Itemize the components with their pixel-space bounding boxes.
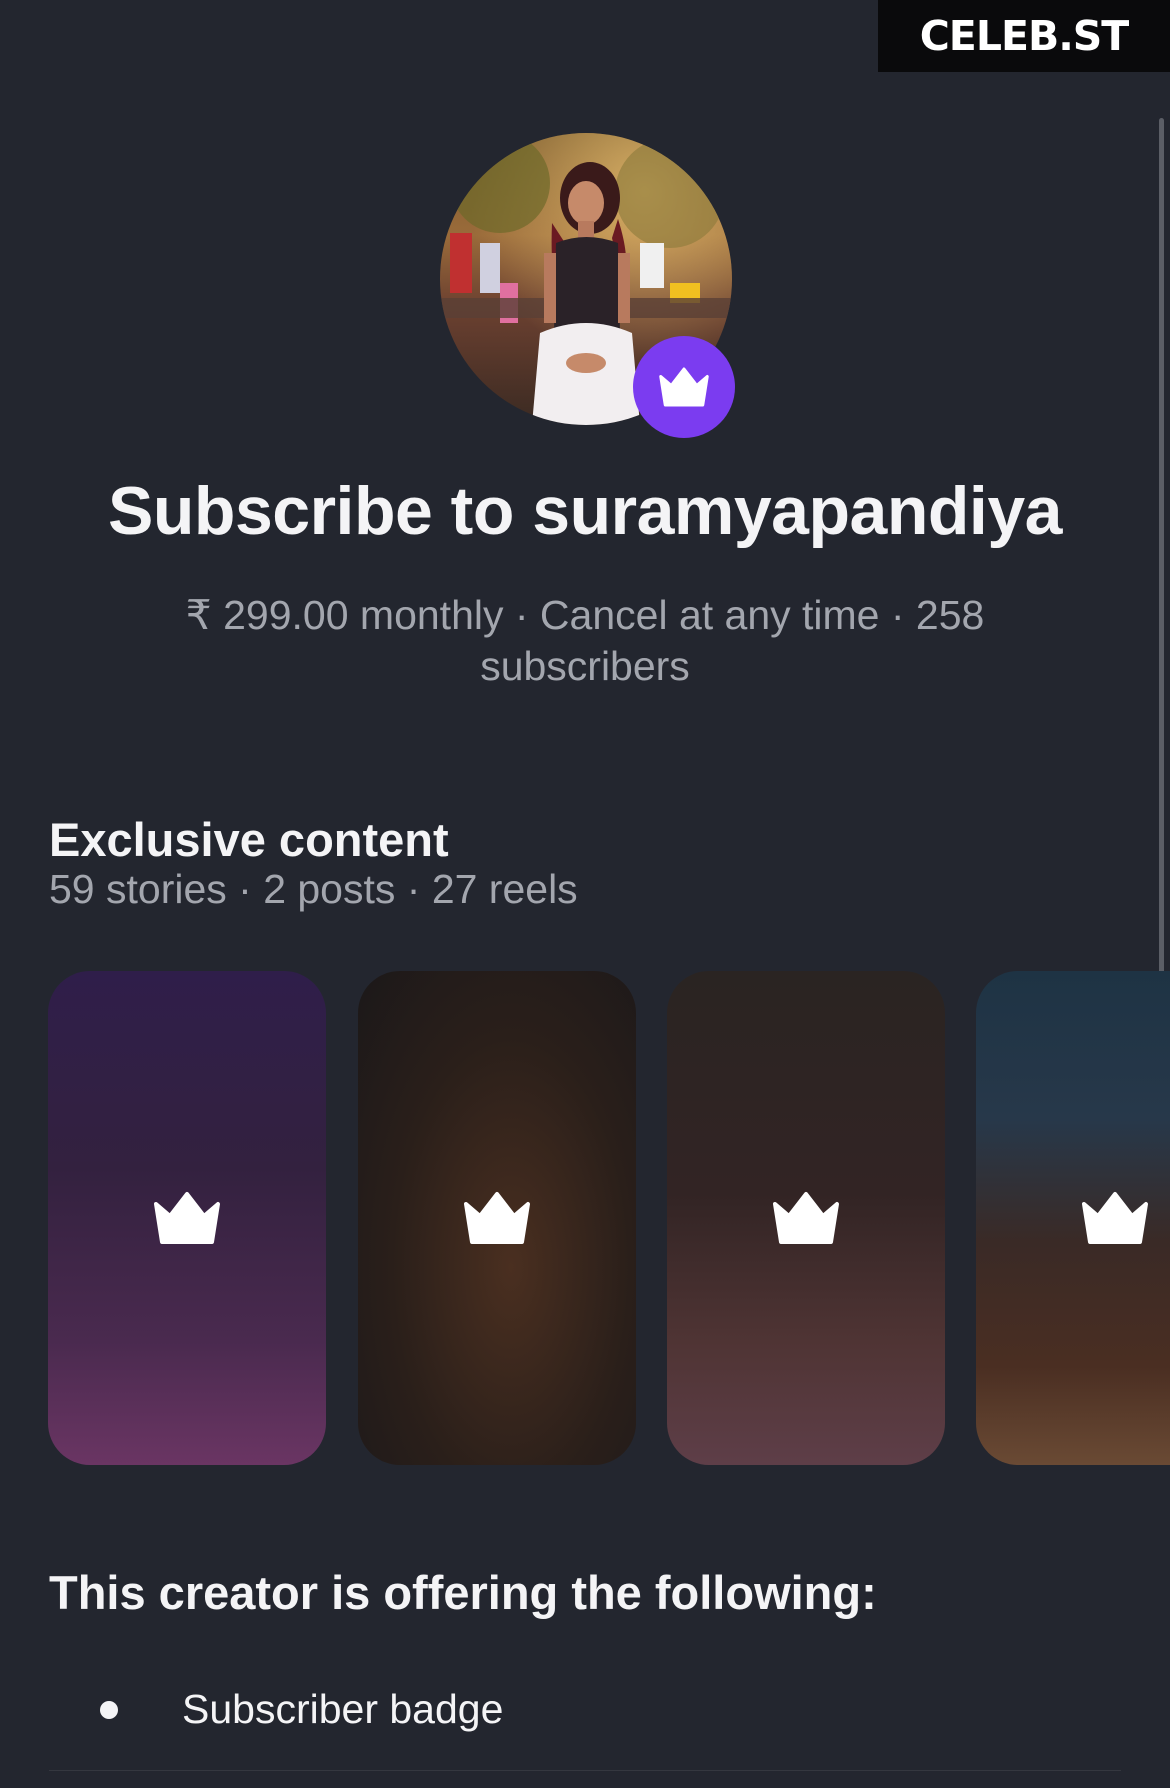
locked-content-card[interactable] — [976, 971, 1170, 1465]
subscriber-crown-badge — [633, 336, 735, 438]
page-title: Subscribe to suramyapandiya — [108, 473, 1062, 549]
subscribe-page: CELEB.ST Subscribe to suramyapandiya ₹ 2… — [0, 0, 1170, 1788]
profile-avatar-group — [440, 133, 735, 438]
locked-content-card[interactable] — [667, 971, 945, 1465]
offering-heading: This creator is offering the following: — [49, 1566, 877, 1619]
locked-content-card[interactable] — [358, 971, 636, 1465]
watermark-text: CELEB.ST — [919, 12, 1130, 60]
exclusive-content-heading: Exclusive content — [49, 813, 449, 866]
offer-item-label: Subscriber badge — [182, 1686, 504, 1732]
crown-icon — [154, 1192, 220, 1244]
locked-content-card[interactable] — [48, 971, 326, 1465]
crown-icon — [464, 1192, 530, 1244]
subscription-details: ₹ 299.00 monthly · Cancel at any time · … — [185, 592, 985, 689]
crown-icon — [1082, 1192, 1148, 1244]
bullet-icon — [100, 1700, 118, 1719]
list-item: Subscriber badge — [100, 1686, 503, 1733]
exclusive-content-counts: 59 stories · 2 posts · 27 reels — [49, 866, 578, 912]
watermark-logo: CELEB.ST — [878, 0, 1170, 72]
exclusive-content-carousel[interactable] — [48, 971, 1170, 1465]
crown-icon — [773, 1192, 839, 1244]
crown-icon — [659, 367, 709, 407]
divider — [49, 1770, 1121, 1771]
